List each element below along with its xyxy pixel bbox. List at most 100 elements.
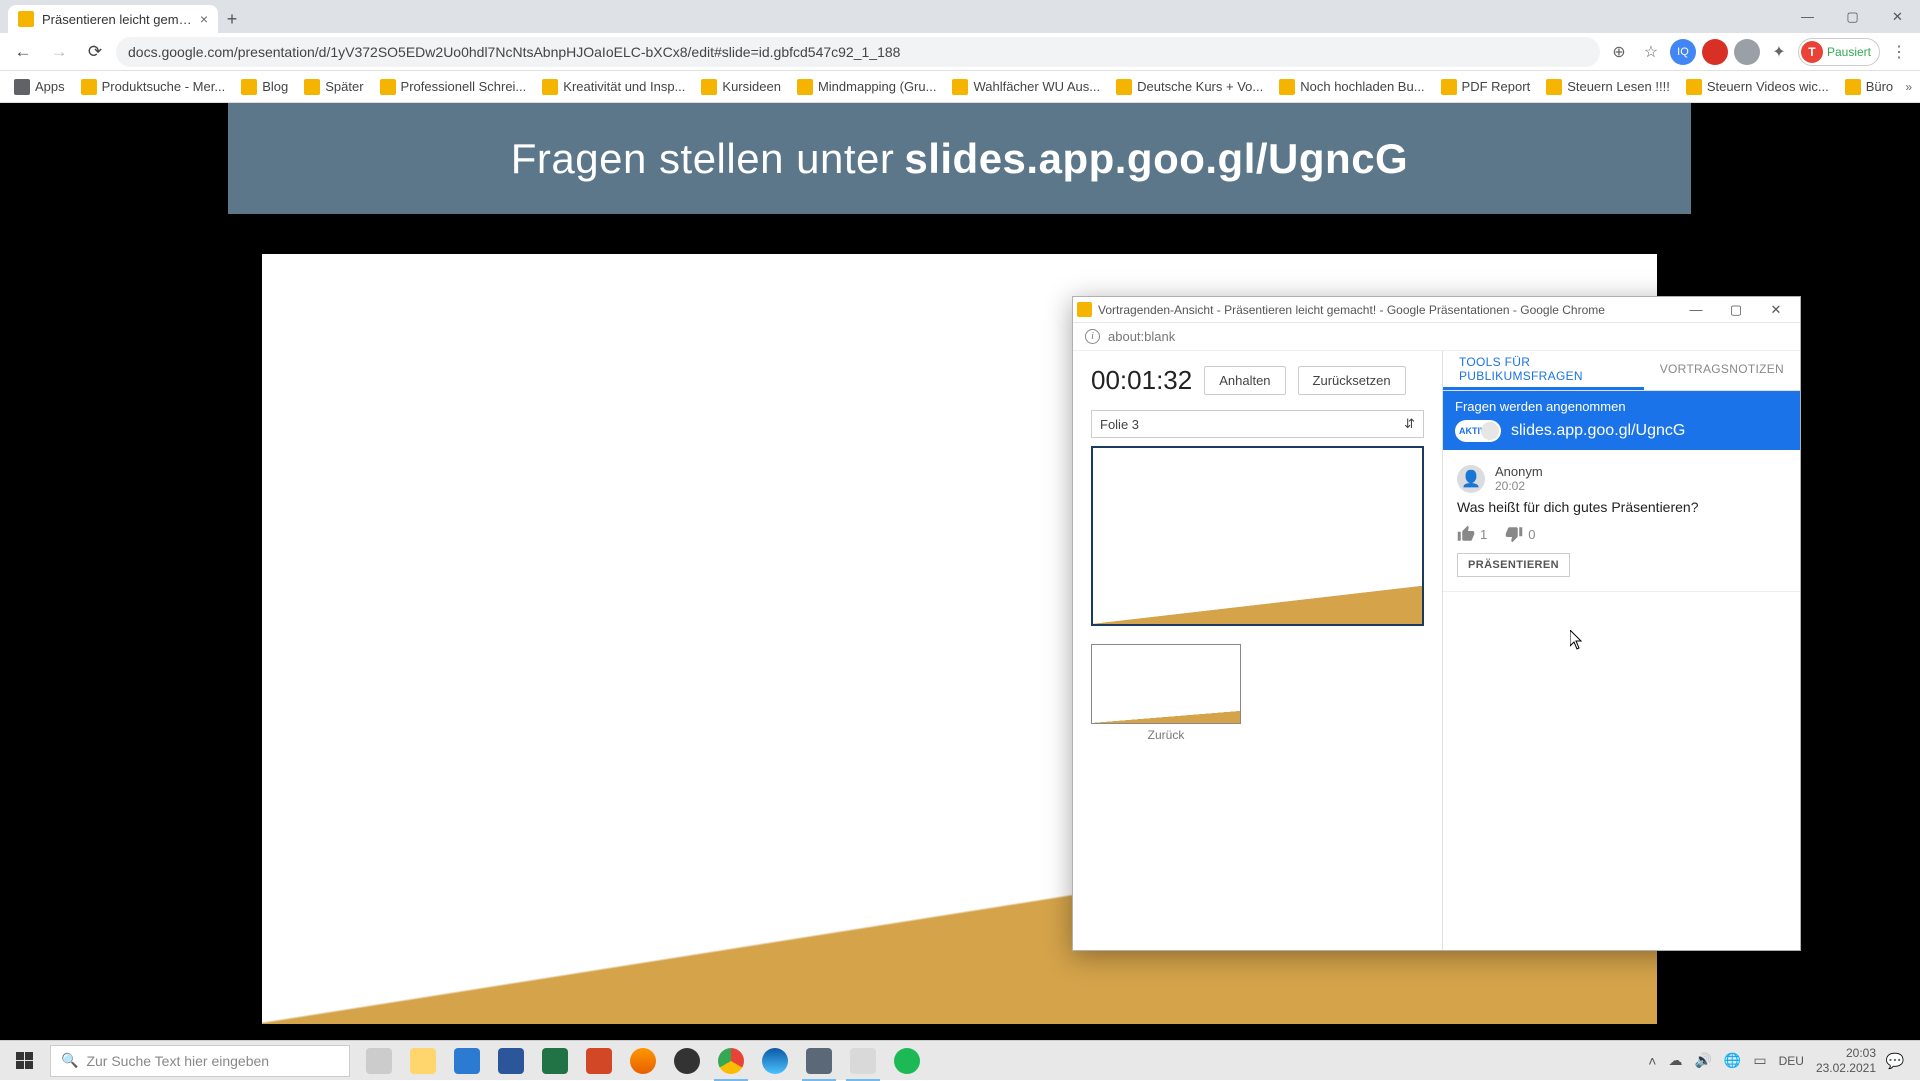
bookmark-item[interactable]: Steuern Lesen !!!! [1540,76,1676,98]
profile-status: Pausiert [1827,45,1871,59]
popup-address-bar: i about:blank [1073,323,1800,351]
prev-slide-thumb[interactable]: Zurück [1091,644,1241,742]
nav-back-icon[interactable]: ← [8,37,38,67]
taskbar-app-excel[interactable] [534,1041,576,1081]
extension-icon[interactable] [1702,39,1728,65]
tray-volume-icon[interactable]: 🔊 [1694,1052,1711,1069]
tab-close-icon[interactable]: × [200,11,208,27]
taskbar-app-firefox[interactable] [622,1041,664,1081]
popup-minimize-icon[interactable]: — [1676,302,1716,317]
upvote-button[interactable]: 1 [1457,525,1487,543]
windows-logo-icon [16,1052,33,1069]
bookmark-item[interactable]: Professionell Schrei... [374,76,533,98]
profile-chip[interactable]: T Pausiert [1798,38,1880,66]
bookmark-item[interactable]: Kreativität und Insp... [536,76,691,98]
window-maximize-icon[interactable]: ▢ [1830,0,1875,33]
taskbar-app-chrome[interactable] [710,1041,752,1081]
slides-favicon [1077,302,1092,317]
taskbar-app-mail[interactable] [446,1041,488,1081]
tab-speaker-notes[interactable]: VORTRAGSNOTIZEN [1644,351,1800,390]
downvote-button[interactable]: 0 [1505,525,1535,543]
start-button[interactable] [0,1041,48,1081]
present-question-button[interactable]: PRÄSENTIEREN [1457,553,1570,577]
bookmark-item[interactable]: Deutsche Kurs + Vo... [1110,76,1269,98]
question-card: 👤 Anonym 20:02 Was heißt für dich gutes … [1443,450,1800,592]
downvote-count: 0 [1528,527,1535,542]
reset-button[interactable]: Zurücksetzen [1298,366,1406,395]
prev-label: Zurück [1091,728,1241,742]
windows-taskbar: 🔍 Zur Suche Text hier eingeben ˄ ☁ 🔊 🌐 ▭… [0,1040,1920,1080]
nav-reload-icon[interactable]: ⟳ [80,37,110,67]
window-close-icon[interactable]: ✕ [1875,0,1920,33]
question-user: Anonym [1495,464,1543,479]
tray-chevron-icon[interactable]: ˄ [1648,1053,1656,1069]
popup-titlebar[interactable]: Vortragenden-Ansicht - Präsentieren leic… [1073,297,1800,323]
tray-onedrive-icon[interactable]: ☁ [1668,1052,1682,1069]
taskbar-app-spotify[interactable] [886,1041,928,1081]
bookmarks-overflow-icon[interactable]: » [1905,80,1912,94]
new-tab-button[interactable]: + [218,5,246,33]
tab-audience-qa[interactable]: TOOLS FÜR PUBLIKUMSFRAGEN [1443,351,1644,390]
tray-network-icon[interactable]: 🌐 [1724,1052,1741,1069]
task-view-button[interactable] [358,1041,400,1081]
taskbar-app[interactable] [798,1041,840,1081]
popup-close-icon[interactable]: ✕ [1756,302,1796,318]
tray-language[interactable]: DEU [1779,1054,1804,1068]
nav-forward-icon: → [44,37,74,67]
banner-url: slides.app.goo.gl/UgncG [904,135,1408,183]
tab-title: Präsentieren leicht gemacht! - G [42,12,192,27]
url-input[interactable]: docs.google.com/presentation/d/1yV372SO5… [116,37,1600,67]
extension-icon[interactable] [1734,39,1760,65]
tray-clock[interactable]: 20:03 23.02.2021 [1816,1046,1876,1075]
presenter-view-popup: Vortragenden-Ansicht - Präsentieren leic… [1072,296,1801,951]
popup-url: about:blank [1108,329,1175,344]
chrome-menu-icon[interactable]: ⋮ [1886,42,1912,62]
taskbar-app-word[interactable] [490,1041,532,1081]
taskbar-app-explorer[interactable] [402,1041,444,1081]
tray-battery-icon[interactable]: ▭ [1753,1052,1766,1069]
thumbs-down-icon [1505,525,1523,543]
site-info-icon[interactable]: i [1085,329,1100,344]
zoom-icon[interactable]: ⊕ [1606,39,1632,65]
current-slide-thumb[interactable] [1091,446,1424,626]
taskbar-app-edge[interactable] [754,1041,796,1081]
system-tray: ˄ ☁ 🔊 🌐 ▭ DEU 20:03 23.02.2021 [1648,1046,1876,1075]
slide-selector[interactable]: Folie 3 ⇵ [1091,410,1424,438]
bookmark-item[interactable]: Produktsuche - Mer... [75,76,232,98]
extensions-puzzle-icon[interactable]: ✦ [1766,39,1792,65]
qa-url-text: slides.app.goo.gl/UgncG [1511,422,1685,440]
profile-avatar: T [1801,41,1823,63]
search-placeholder: Zur Suche Text hier eingeben [86,1053,269,1069]
apps-button[interactable]: Apps [8,76,71,98]
bookmark-item[interactable]: Wahlfächer WU Aus... [946,76,1106,98]
bookmark-item[interactable]: Noch hochladen Bu... [1273,76,1430,98]
browser-titlebar: Präsentieren leicht gemacht! - G × + — ▢… [0,0,1920,33]
bookmark-star-icon[interactable]: ☆ [1638,39,1664,65]
taskbar-app-powerpoint[interactable] [578,1041,620,1081]
bookmark-item[interactable]: PDF Report [1435,76,1537,98]
bookmark-item[interactable]: Kursideen [695,76,787,98]
action-center-icon[interactable]: 💬 [1878,1041,1912,1081]
window-minimize-icon[interactable]: — [1785,0,1830,33]
pause-button[interactable]: Anhalten [1204,366,1285,395]
upvote-count: 1 [1480,527,1487,542]
browser-tab[interactable]: Präsentieren leicht gemacht! - G × [8,5,218,33]
address-bar: ← → ⟳ docs.google.com/presentation/d/1yV… [0,33,1920,71]
bookmark-item[interactable]: Blog [235,76,294,98]
qa-active-toggle[interactable]: AKTIVIE [1455,420,1501,442]
taskbar-app[interactable] [842,1041,884,1081]
extension-icon[interactable]: IQ [1670,39,1696,65]
popup-title: Vortragenden-Ansicht - Präsentieren leic… [1098,303,1676,317]
bookmarks-bar: Apps Produktsuche - Mer... Blog Später P… [0,71,1920,103]
presenter-left-pane: 00:01:32 Anhalten Zurücksetzen Folie 3 ⇵… [1073,351,1443,950]
bookmark-item[interactable]: Büro [1839,76,1899,98]
taskbar-app-obs[interactable] [666,1041,708,1081]
bookmark-item[interactable]: Später [298,76,369,98]
url-text: docs.google.com/presentation/d/1yV372SO5… [128,44,900,60]
popup-maximize-icon[interactable]: ▢ [1716,302,1756,318]
bookmark-item[interactable]: Mindmapping (Gru... [791,76,943,98]
qa-banner: Fragen stellen unter slides.app.goo.gl/U… [228,103,1691,214]
bookmark-item[interactable]: Steuern Videos wic... [1680,76,1835,98]
taskbar-search[interactable]: 🔍 Zur Suche Text hier eingeben [50,1045,350,1077]
presenter-timer: 00:01:32 [1091,365,1192,396]
